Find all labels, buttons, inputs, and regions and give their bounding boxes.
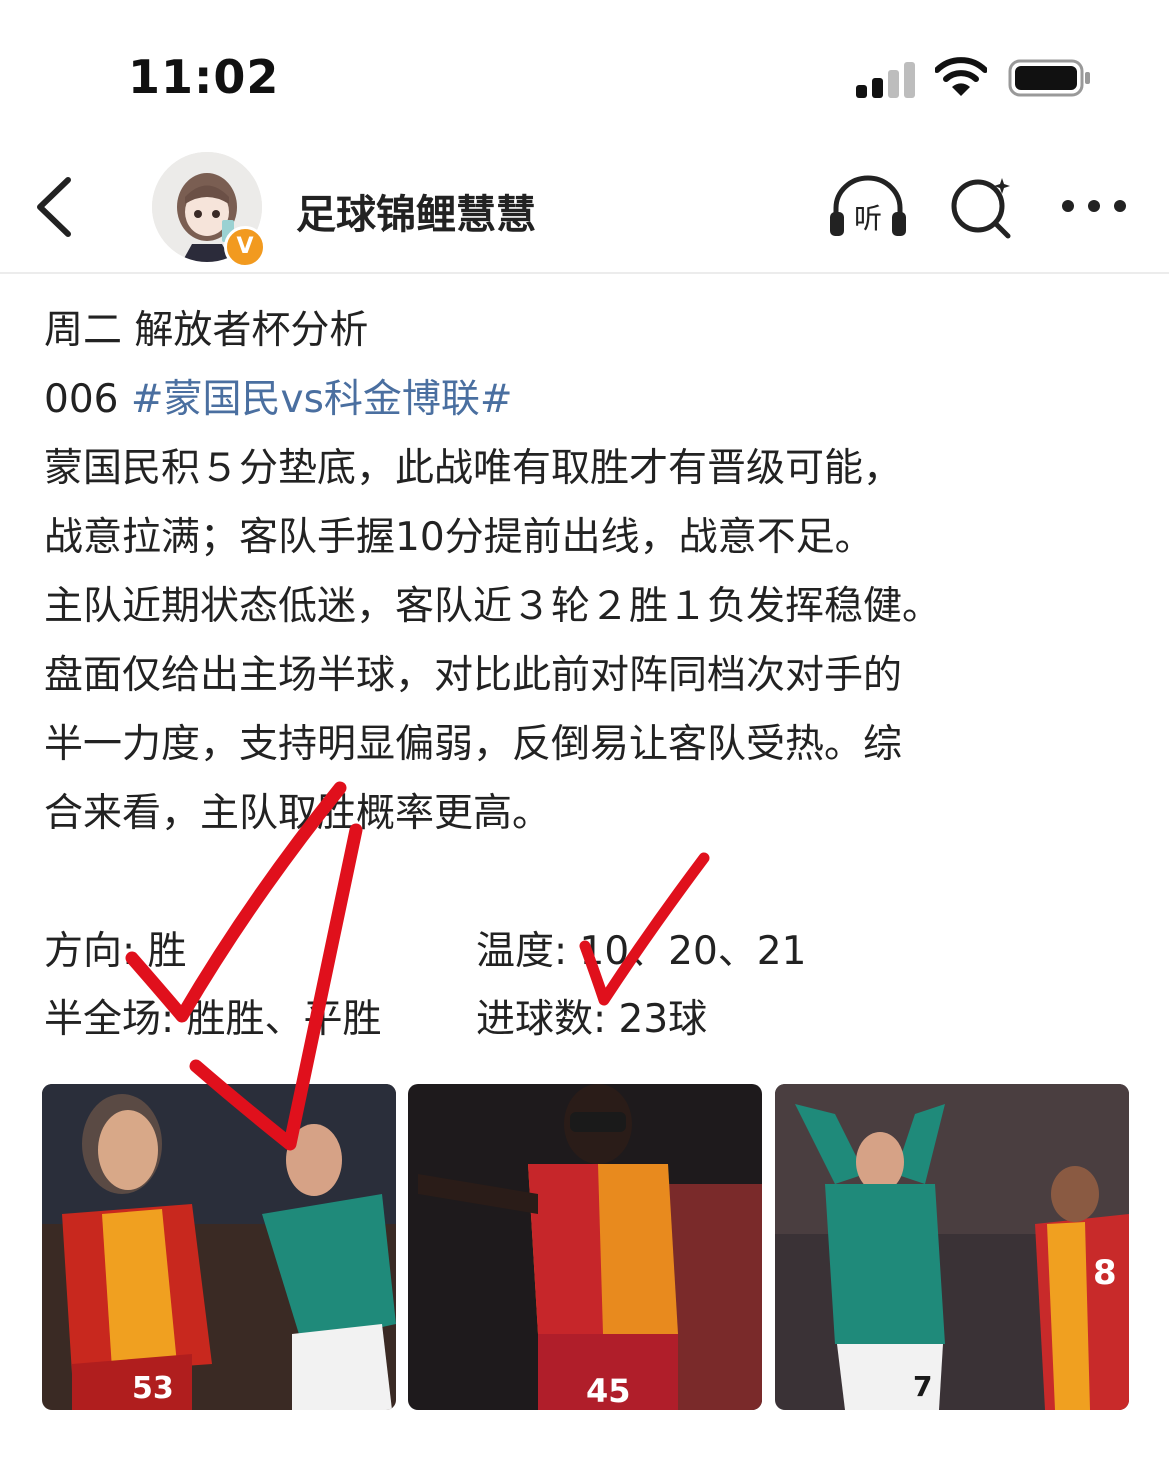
account-name[interactable]: 足球锦鲤慧慧 <box>296 182 536 240</box>
post-image-3[interactable]: 7 8 <box>775 1084 1129 1410</box>
jersey-number-label: 7 <box>913 1370 932 1403</box>
back-button[interactable] <box>30 172 80 242</box>
post-body: 周二 解放者杯分析 006 #蒙国民vs科金博联# 蒙国民积５分垫底，此战唯有取… <box>44 296 1134 848</box>
verified-badge: V <box>224 226 266 268</box>
jersey-number-label: 45 <box>586 1372 631 1410</box>
post-image-2[interactable]: 45 <box>408 1084 762 1410</box>
prediction-stats: 方向: 胜 温度: 10、20、21 半全场: 胜胜、平胜 进球数: 23球 <box>44 918 1044 1054</box>
search-icon[interactable] <box>946 172 1016 242</box>
match-number: 006 <box>44 377 119 422</box>
header-divider <box>0 272 1169 274</box>
post-image-1[interactable]: 53 <box>42 1084 396 1410</box>
post-line: 盘面仅给出主场半球，对比此前对阵同档次对手的 <box>44 653 903 698</box>
listen-icon[interactable]: 听 <box>826 172 910 242</box>
post-line: 主队近期状态低迷，客队近３轮２胜１负发挥稳健。 <box>44 584 942 629</box>
jersey-number-label: 8 <box>1093 1253 1117 1293</box>
battery-icon <box>1008 59 1090 97</box>
half-full-stat: 半全场: 胜胜、平胜 <box>44 997 382 1042</box>
post-line: 半一力度，支持明显偏弱，反倒易让客队受热。综 <box>44 722 903 767</box>
post-line: 蒙国民积５分垫底，此战唯有取胜才有晋级可能， <box>44 446 903 491</box>
more-options-icon[interactable] <box>1058 186 1130 226</box>
svg-text:听: 听 <box>854 202 882 235</box>
goals-stat: 进球数: 23球 <box>476 997 708 1042</box>
match-line: 006 #蒙国民vs科金博联# <box>44 365 1134 434</box>
jersey-number-label: 53 <box>132 1371 174 1406</box>
direction-stat: 方向: 胜 <box>44 929 187 974</box>
temperature-stat: 温度: 10、20、21 <box>476 929 807 974</box>
signal-icon <box>856 60 916 98</box>
wifi-icon <box>935 57 987 96</box>
status-time: 11:02 <box>128 50 280 104</box>
post-line: 合来看，主队取胜概率更高。 <box>44 791 552 836</box>
match-hashtag-link[interactable]: #蒙国民vs科金博联# <box>131 377 513 422</box>
post-title: 周二 解放者杯分析 <box>44 308 369 353</box>
post-line: 战意拉满；客队手握10分提前出线，战意不足。 <box>44 515 874 560</box>
